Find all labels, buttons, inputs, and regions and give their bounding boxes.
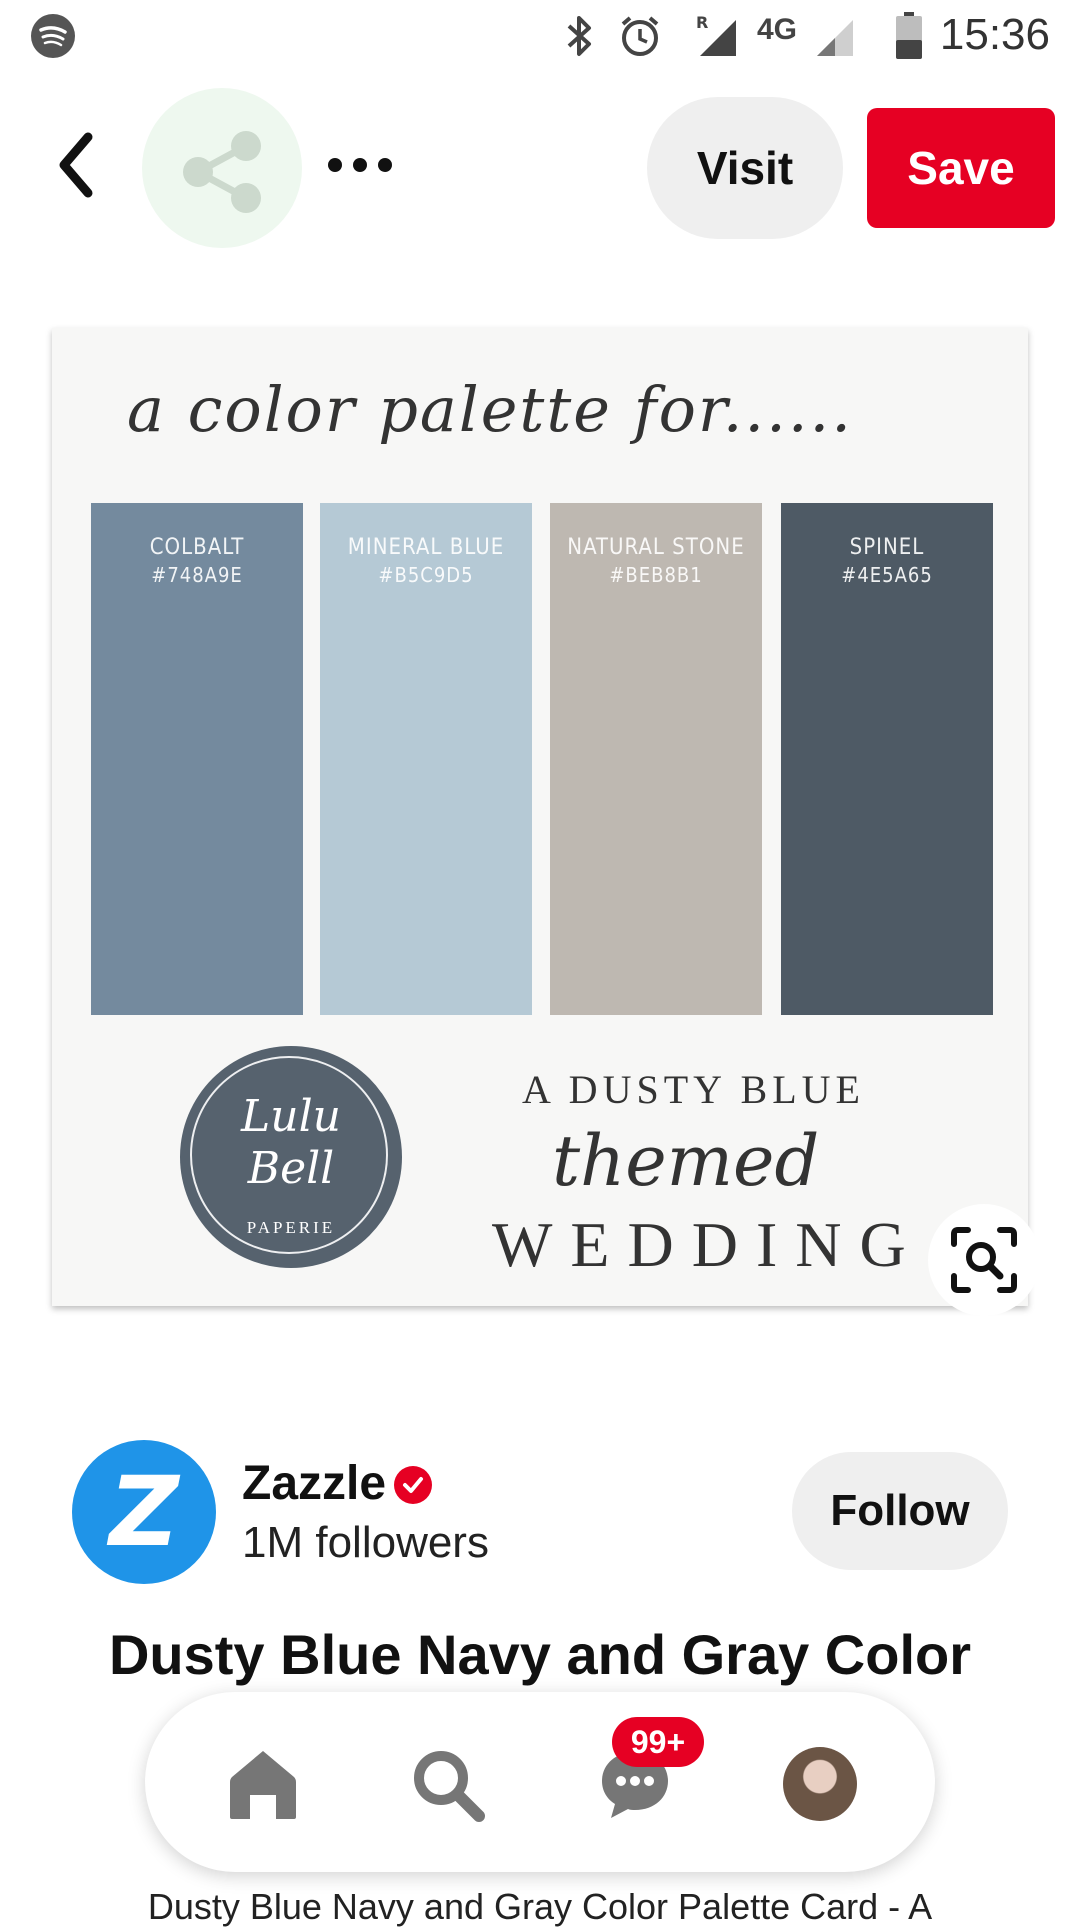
swatch-hex: #B5C9D5 bbox=[378, 563, 474, 587]
back-button[interactable] bbox=[50, 125, 120, 205]
signal-weak-icon bbox=[812, 12, 858, 60]
tagline-line-3: WEDDING bbox=[492, 1209, 924, 1280]
visit-button[interactable]: Visit bbox=[647, 97, 843, 239]
svg-text:R: R bbox=[696, 14, 708, 32]
tagline-line-1: A DUSTY BLUE bbox=[522, 1067, 865, 1112]
swatch-colbalt: COLBALT #748A9E bbox=[91, 503, 303, 1015]
pin-description: Dusty Blue Navy and Gray Color Palette C… bbox=[147, 1886, 933, 1927]
lulu-bell-logo: Lulu Bell PAPERIE bbox=[180, 1046, 402, 1268]
more-icon bbox=[328, 158, 392, 172]
logo-line-2: Bell bbox=[247, 1143, 335, 1194]
creator-avatar[interactable]: Z bbox=[72, 1440, 216, 1584]
zazzle-logo: Z bbox=[109, 1456, 179, 1568]
swatch-spinel: SPINEL #4E5A65 bbox=[781, 503, 993, 1015]
logo-line-1: Lulu bbox=[241, 1091, 341, 1142]
bluetooth-icon bbox=[560, 12, 600, 60]
profile-avatar[interactable] bbox=[783, 1747, 857, 1821]
more-options-button[interactable] bbox=[325, 150, 395, 180]
status-bar: R 4G 15:36 bbox=[0, 0, 1080, 72]
alarm-icon bbox=[617, 12, 663, 60]
spotify-icon bbox=[28, 12, 78, 60]
swatch-mineral-blue: MINERAL BLUE #B5C9D5 bbox=[320, 503, 532, 1015]
network-type: 4G bbox=[756, 13, 798, 46]
palette-heading: a color palette for...... bbox=[127, 373, 853, 446]
swatch-hex: #4E5A65 bbox=[841, 563, 933, 587]
save-button[interactable]: Save bbox=[867, 108, 1055, 228]
swatch-natural-stone: NATURAL STONE #BEB8B1 bbox=[550, 503, 762, 1015]
share-button[interactable] bbox=[142, 88, 302, 248]
swatch-name: COLBALT bbox=[149, 535, 245, 560]
swatch-hex: #748A9E bbox=[151, 563, 243, 587]
follower-count: 1M followers bbox=[242, 1518, 489, 1567]
verified-icon bbox=[394, 1466, 432, 1504]
signal-icon: R bbox=[695, 12, 741, 60]
pin-image[interactable]: a color palette for...... COLBALT #748A9… bbox=[52, 328, 1028, 1306]
swatch-name: MINERAL BLUE bbox=[347, 535, 505, 560]
logo-sub: PAPERIE bbox=[246, 1218, 336, 1237]
home-icon bbox=[230, 1751, 296, 1819]
lens-search-icon bbox=[951, 1227, 1017, 1293]
tagline-line-2: themed bbox=[552, 1120, 820, 1202]
bottom-navigation: 99+ bbox=[145, 1692, 935, 1872]
battery-icon bbox=[892, 12, 926, 60]
swatch-name: SPINEL bbox=[849, 535, 925, 560]
clock: 15:36 bbox=[939, 10, 1050, 59]
back-icon bbox=[59, 132, 93, 198]
follow-button[interactable]: Follow bbox=[792, 1452, 1008, 1570]
pin-title: Dusty Blue Navy and Gray Color bbox=[108, 1623, 971, 1686]
share-icon bbox=[183, 131, 261, 213]
swatch-name: NATURAL STONE bbox=[567, 535, 745, 560]
notification-badge: 99+ bbox=[612, 1717, 704, 1767]
nav-search[interactable] bbox=[407, 1744, 487, 1824]
search-icon bbox=[414, 1751, 485, 1822]
creator-name[interactable]: Zazzle bbox=[242, 1456, 386, 1511]
visual-search-button[interactable] bbox=[928, 1204, 1040, 1316]
swatch-hex: #BEB8B1 bbox=[609, 563, 703, 587]
nav-home[interactable] bbox=[223, 1744, 303, 1824]
